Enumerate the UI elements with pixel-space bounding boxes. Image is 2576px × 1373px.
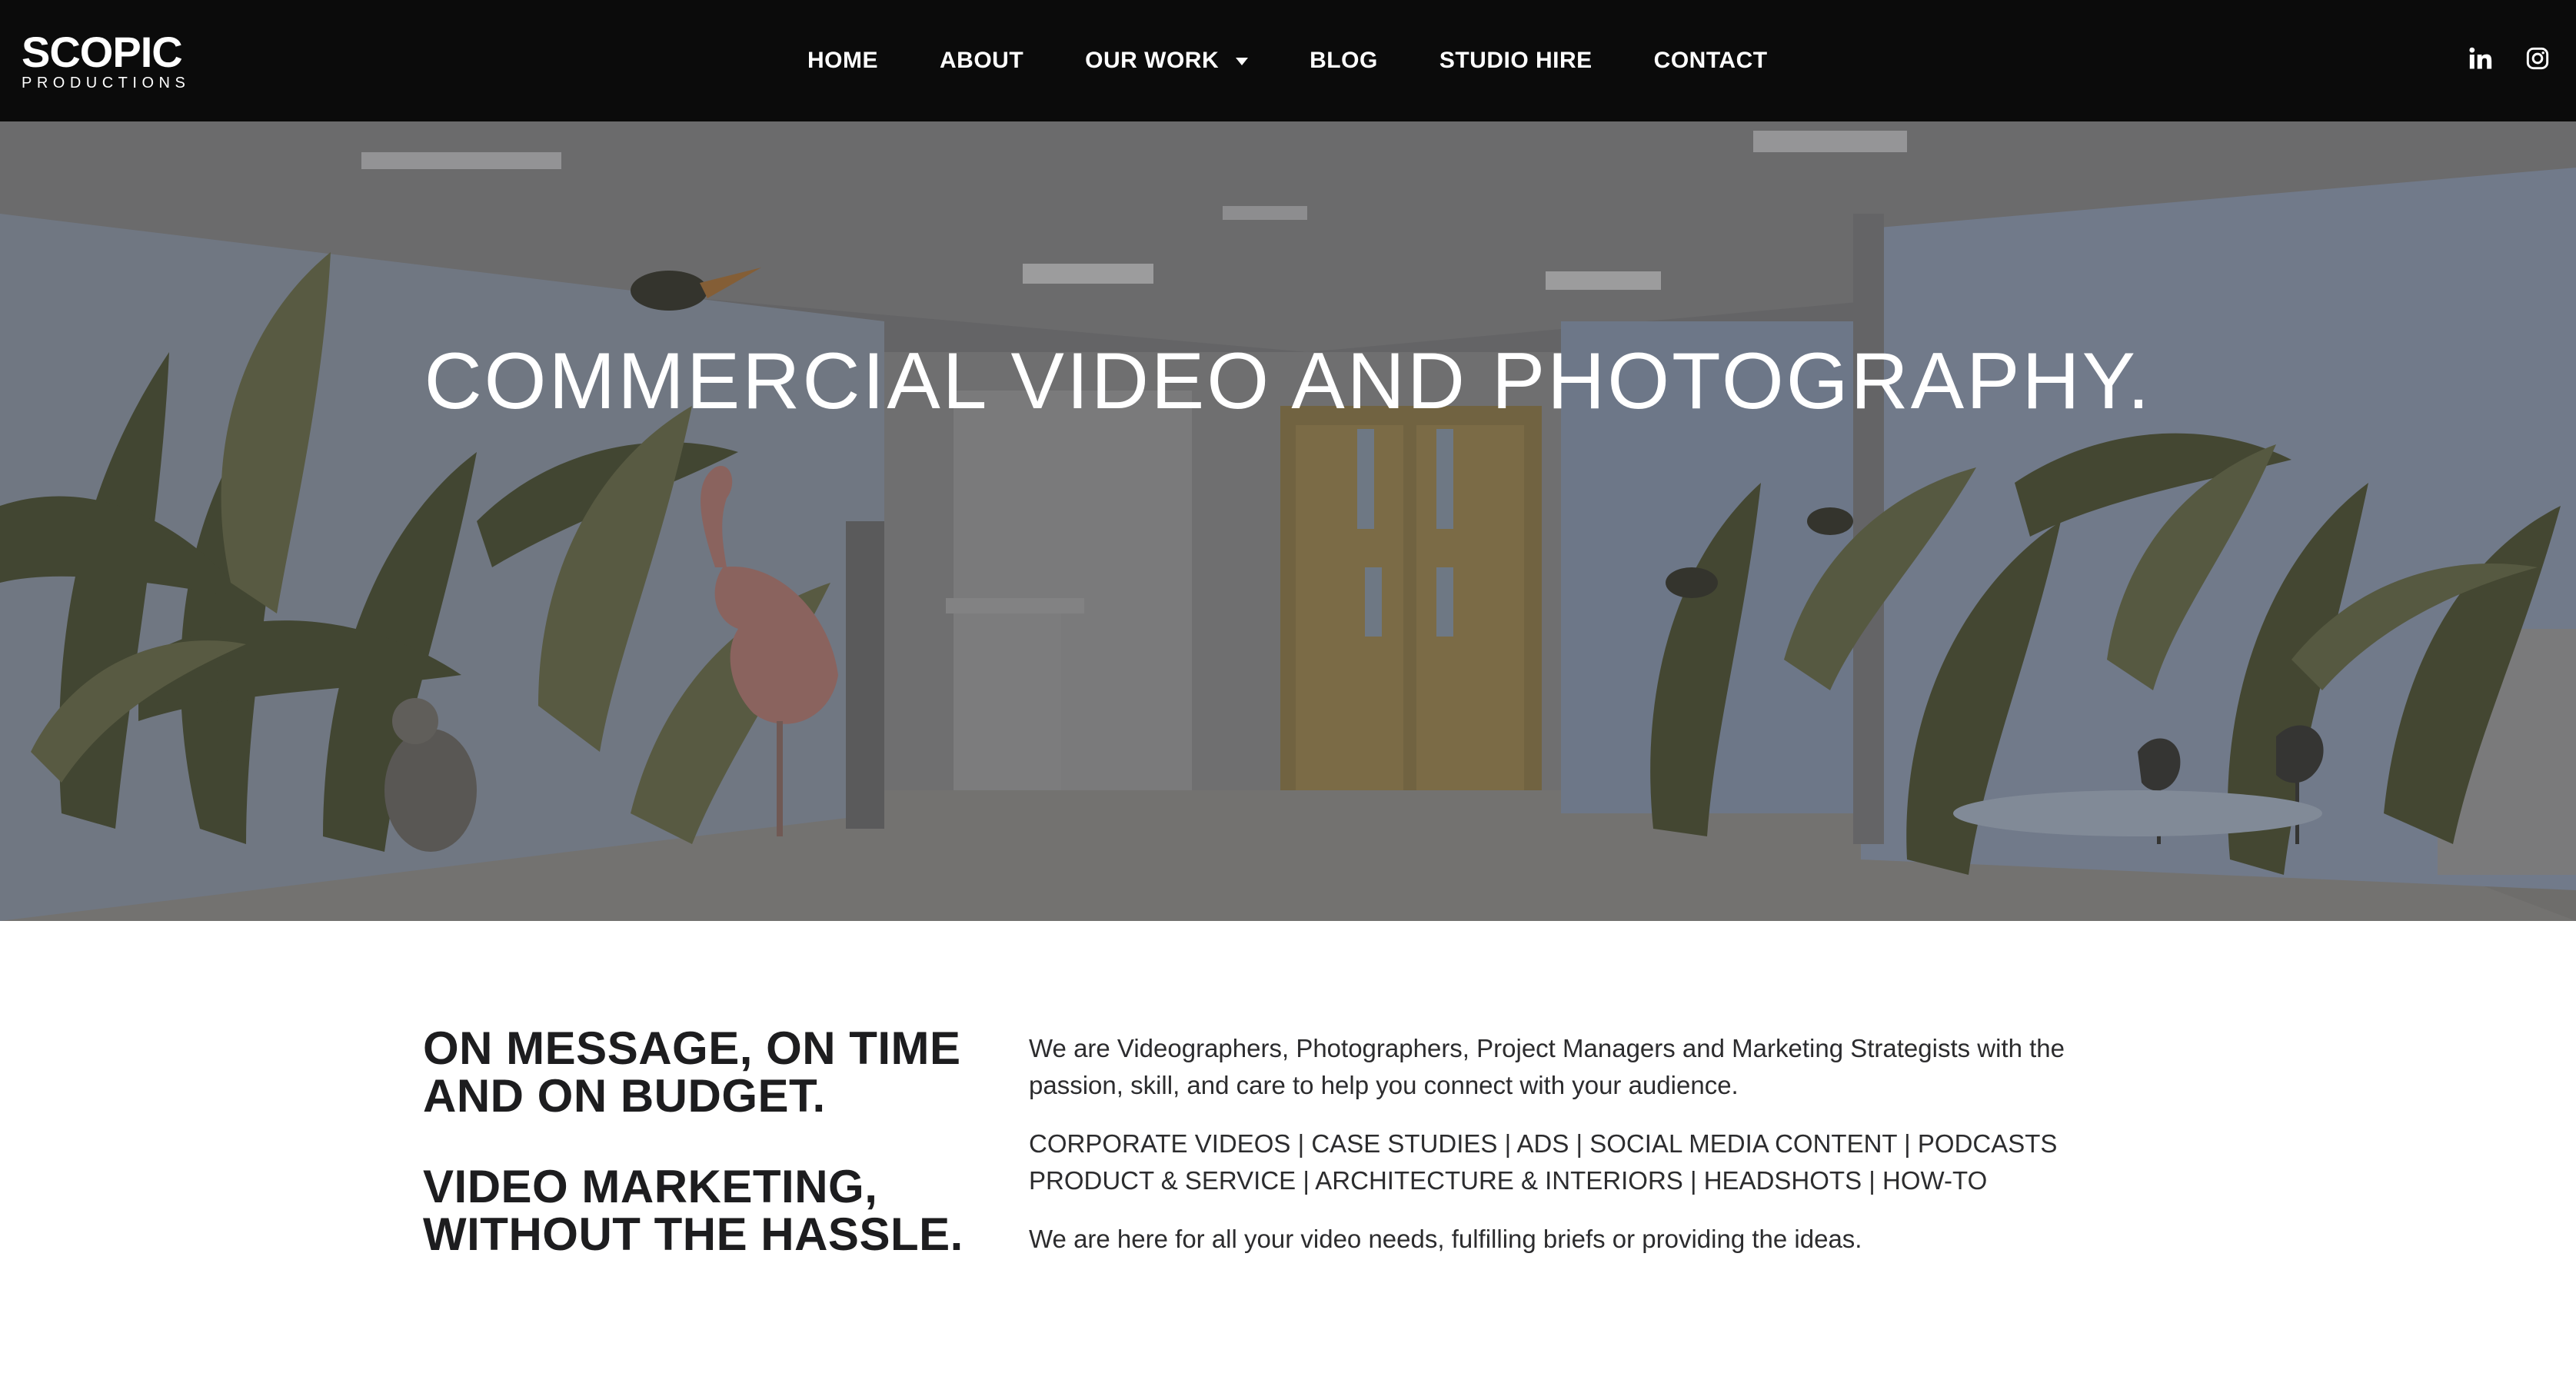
nav-item-label: CONTACT xyxy=(1653,48,1768,73)
social-links xyxy=(2439,43,2553,74)
nav-item-studio-hire[interactable]: STUDIO HIRE xyxy=(1439,48,1593,74)
hero-overlay xyxy=(0,121,2576,921)
headline-secondary: VIDEO MARKETING, WITHOUT THE HASSLE. xyxy=(423,1161,964,1260)
intro-body: We are Videographers, Photographers, Pro… xyxy=(1029,1030,2152,1279)
nav-item-label: OUR WORK xyxy=(1085,48,1220,73)
intro-closing: We are here for all your video needs, fu… xyxy=(1029,1225,1862,1253)
nav-item-label: BLOG xyxy=(1310,48,1378,73)
brand-tagline: PRODUCTIONS xyxy=(22,75,191,91)
nav-item-blog[interactable]: BLOG xyxy=(1310,48,1378,74)
linkedin-icon[interactable] xyxy=(2465,43,2496,74)
instagram-icon[interactable] xyxy=(2522,43,2553,74)
site-header: SCOPIC PRODUCTIONS HOME ABOUT OUR WORK B… xyxy=(0,0,2576,121)
caret-down-icon[interactable] xyxy=(1236,58,1249,65)
nav-item-our-work[interactable]: OUR WORK xyxy=(1085,48,1249,74)
nav-item-home[interactable]: HOME xyxy=(807,48,878,74)
nav-item-about[interactable]: ABOUT xyxy=(940,48,1023,74)
hero-title: COMMERCIAL VIDEO AND PHOTOGRAPHY. xyxy=(424,337,2152,426)
nav-item-label: HOME xyxy=(807,48,878,73)
services-list: CORPORATE VIDEOS | CASE STUDIES | ADS | … xyxy=(1029,1129,2058,1195)
headline-primary: ON MESSAGE, ON TIME AND ON BUDGET. xyxy=(423,1022,961,1122)
main-nav: HOME ABOUT OUR WORK BLOG STUDIO HIRE CON… xyxy=(807,0,1768,121)
intro-paragraph: We are Videographers, Photographers, Pro… xyxy=(1029,1034,2065,1099)
brand-name: SCOPIC xyxy=(22,28,183,76)
nav-item-contact[interactable]: CONTACT xyxy=(1654,48,1768,74)
intro-section: ON MESSAGE, ON TIME AND ON BUDGET. VIDEO… xyxy=(0,921,2576,1373)
intro-headlines: ON MESSAGE, ON TIME AND ON BUDGET. VIDEO… xyxy=(423,1025,1007,1258)
nav-item-label: STUDIO HIRE xyxy=(1439,48,1593,73)
nav-item-label: ABOUT xyxy=(940,48,1024,73)
brand-logo[interactable]: SCOPIC PRODUCTIONS xyxy=(22,31,190,91)
hero-section: COMMERCIAL VIDEO AND PHOTOGRAPHY. xyxy=(0,121,2576,921)
